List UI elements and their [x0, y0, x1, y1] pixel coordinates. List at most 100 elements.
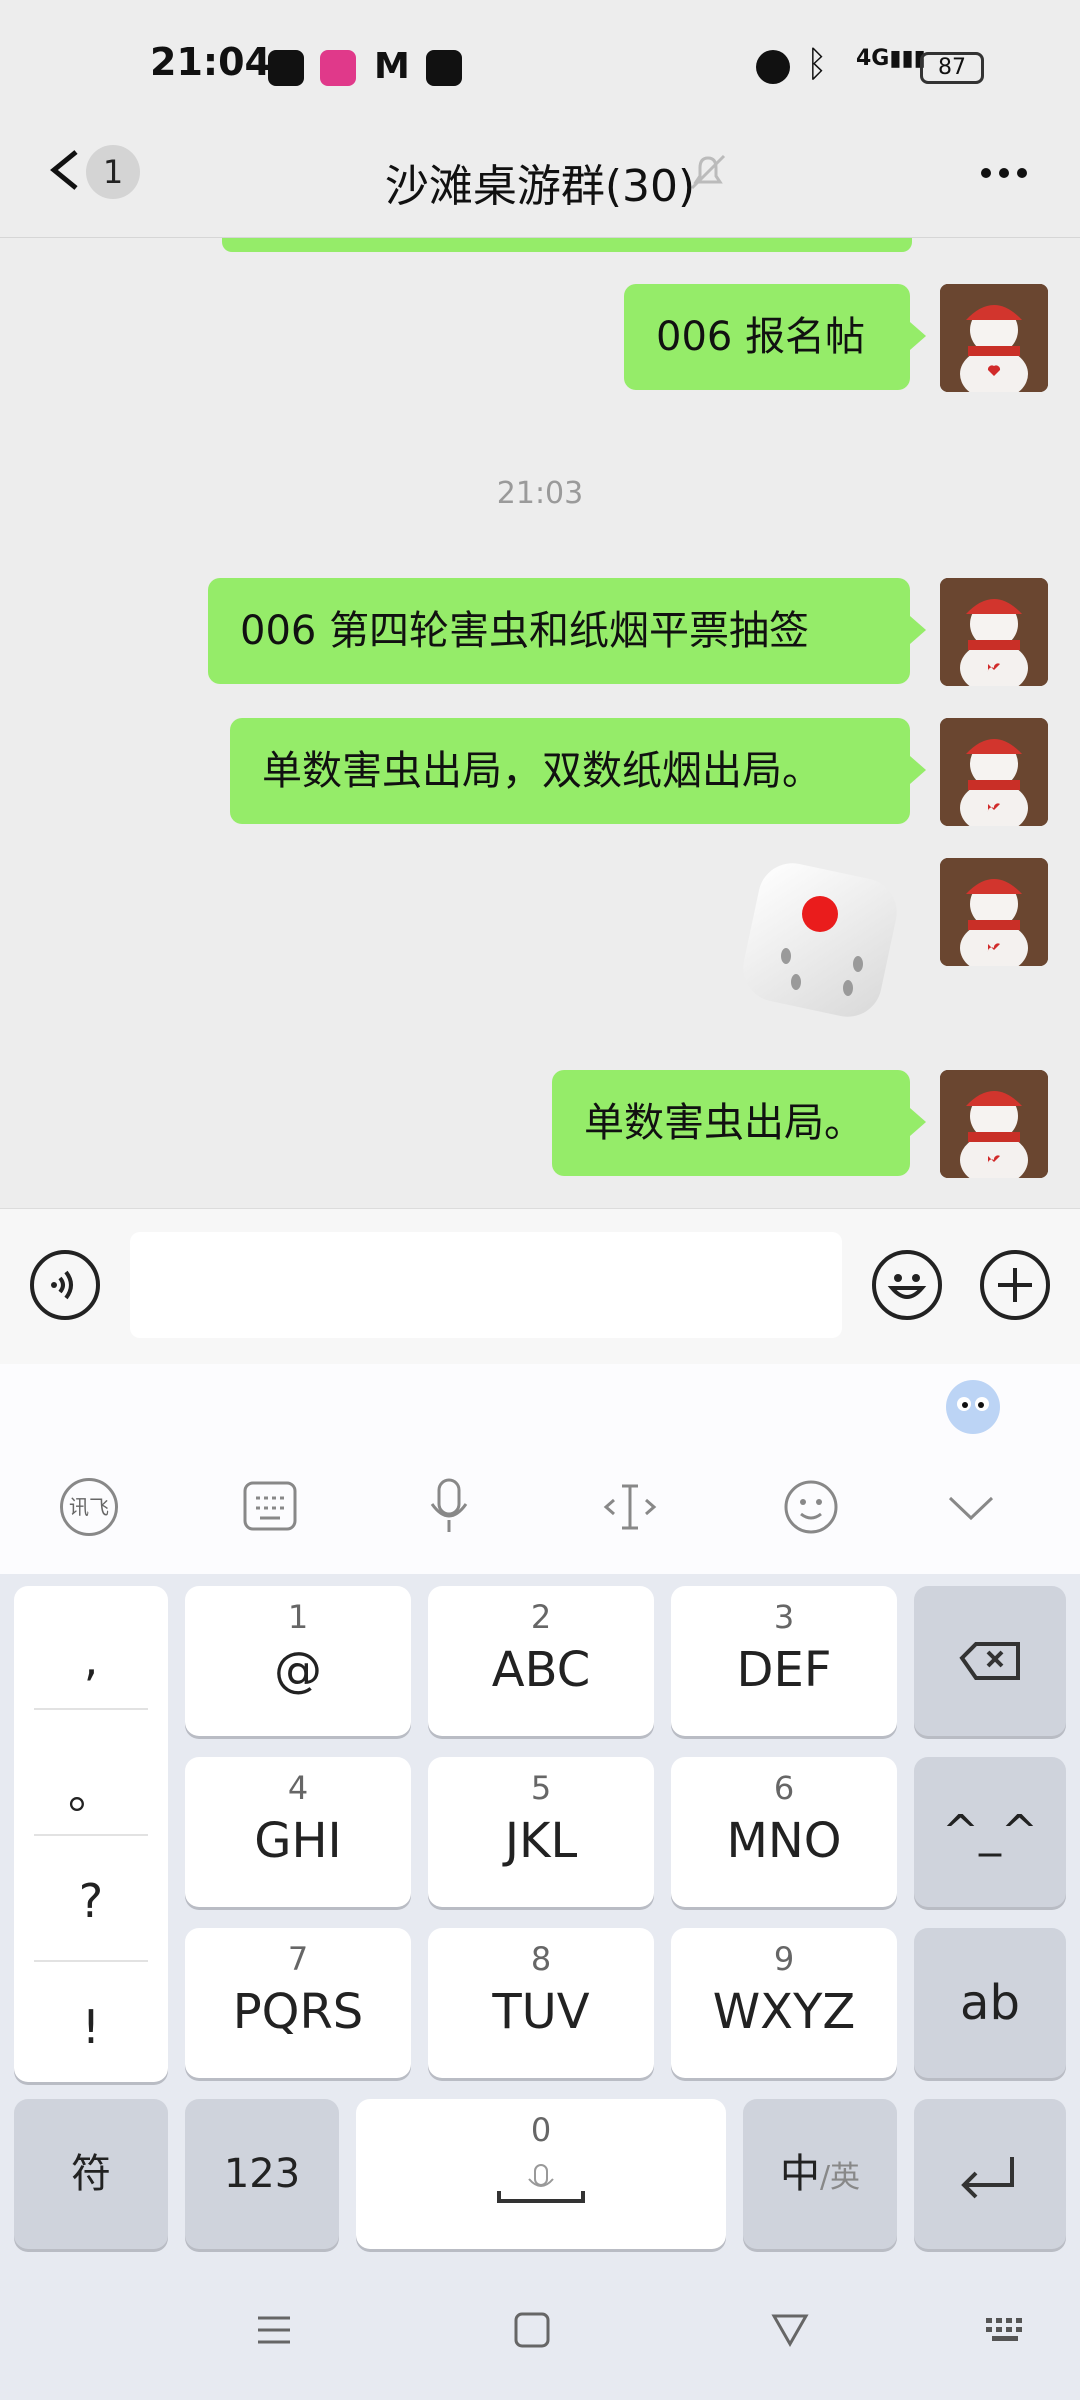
- key-label: MNO: [726, 1813, 842, 1869]
- microphone-icon: [430, 1478, 468, 1532]
- language-switch-key[interactable]: 中/英: [743, 2099, 897, 2249]
- message-bubble[interactable]: 单数害虫出局，双数纸烟出局。: [230, 718, 926, 824]
- key-label: @: [274, 1642, 322, 1698]
- bluetooth-icon: ᛒ: [806, 44, 828, 85]
- key-8-tuv[interactable]: 8 TUV: [428, 1928, 654, 2078]
- backspace-key[interactable]: [914, 1586, 1066, 1736]
- key-label: WXYZ: [712, 1984, 856, 2040]
- key-label: ABC: [491, 1642, 591, 1698]
- key-1-at[interactable]: 1 @: [185, 1586, 411, 1736]
- dice-message[interactable]: [736, 856, 906, 1026]
- assistant-mascot-icon[interactable]: [946, 1380, 1000, 1434]
- ime-logo-text: 讯飞: [69, 1495, 109, 1519]
- emoji-panel-button[interactable]: [782, 1478, 840, 1536]
- home-square-icon: [514, 2312, 550, 2348]
- key-label: PQRS: [232, 1984, 364, 2040]
- voice-icon: [51, 1270, 73, 1300]
- key-number: 2: [530, 1598, 552, 1636]
- key-number: 6: [773, 1769, 795, 1807]
- chat-title: 沙滩桌游群(30): [384, 161, 696, 212]
- app-icon-2: [320, 50, 356, 86]
- menu-nav-button[interactable]: [254, 2310, 294, 2350]
- key-number: 0: [530, 2111, 552, 2149]
- key-3-def[interactable]: 3 DEF: [671, 1586, 897, 1736]
- cursor-move-button[interactable]: [602, 1480, 658, 1534]
- add-attachment-button[interactable]: [980, 1250, 1050, 1320]
- app-icon-4: [426, 50, 462, 86]
- avatar[interactable]: [940, 858, 1048, 966]
- snowman-avatar-image: [940, 718, 1048, 826]
- more-options-button[interactable]: [976, 148, 1036, 198]
- avatar[interactable]: [940, 1070, 1048, 1178]
- avatar[interactable]: [940, 284, 1048, 392]
- app-icon-1: [268, 50, 304, 86]
- space-key[interactable]: 0: [356, 2099, 726, 2249]
- back-nav-button[interactable]: [770, 2310, 810, 2350]
- english-ab-key[interactable]: ab: [914, 1928, 1066, 2078]
- keyboard-layout-button[interactable]: [242, 1480, 298, 1532]
- status-time: 21:04: [150, 40, 271, 84]
- divider: [34, 1834, 148, 1836]
- message-bubble[interactable]: 006 报名帖: [624, 284, 926, 390]
- keyboard-icon: [243, 1481, 297, 1531]
- key-2-abc[interactable]: 2 ABC: [428, 1586, 654, 1736]
- hide-keyboard-button[interactable]: [944, 1488, 998, 1528]
- snowman-avatar-image: [940, 284, 1048, 392]
- punct-question-key[interactable]: ?: [14, 1874, 168, 1928]
- emoji-face-icon: [784, 1480, 838, 1534]
- alarm-icon: [756, 50, 790, 84]
- punct-exclamation-key[interactable]: !: [14, 2000, 168, 2054]
- keyboard-small-icon: [986, 2318, 1022, 2341]
- emoticon-key[interactable]: ^_^: [914, 1757, 1066, 1907]
- snowman-avatar-image: [940, 578, 1048, 686]
- signal-icon: 4G▮▮▮: [856, 46, 926, 71]
- backspace-icon: [959, 1642, 1020, 1680]
- message-bubble[interactable]: 006 第四轮害虫和纸烟平票抽签: [208, 578, 926, 684]
- snowman-avatar-image: [940, 858, 1048, 966]
- keyboard-switch-button[interactable]: [982, 2310, 1032, 2350]
- message-bubble[interactable]: 单数害虫出局。: [552, 1070, 926, 1176]
- punct-period-key[interactable]: 。: [14, 1756, 168, 1822]
- key-5-jkl[interactable]: 5 JKL: [428, 1757, 654, 1907]
- emoji-button[interactable]: [872, 1250, 942, 1320]
- divider: [34, 1708, 148, 1710]
- key-label: TUV: [492, 1984, 590, 2040]
- menu-icon: [258, 2316, 290, 2344]
- key-number: 9: [773, 1940, 795, 1978]
- plus-icon: [998, 1268, 1032, 1302]
- smiley-icon: [887, 1274, 927, 1299]
- key-label: JKL: [504, 1813, 578, 1869]
- avatar[interactable]: [940, 578, 1048, 686]
- key-4-ghi[interactable]: 4 GHI: [185, 1757, 411, 1907]
- key-6-mno[interactable]: 6 MNO: [671, 1757, 897, 1907]
- key-number: 1: [287, 1598, 309, 1636]
- voice-input-button[interactable]: [30, 1250, 100, 1320]
- key-number: 8: [530, 1940, 552, 1978]
- symbols-key[interactable]: 符: [14, 2099, 168, 2249]
- ime-logo-icon[interactable]: 讯飞: [60, 1478, 118, 1536]
- back-triangle-icon: [771, 2314, 809, 2348]
- key-number: 5: [530, 1769, 552, 1807]
- key-9-wxyz[interactable]: 9 WXYZ: [671, 1928, 897, 2078]
- lang-alt-label: /英: [819, 2160, 861, 2195]
- avatar[interactable]: [940, 718, 1048, 826]
- enter-key[interactable]: [914, 2099, 1066, 2249]
- key-label: DEF: [736, 1642, 832, 1698]
- divider: [34, 1960, 148, 1962]
- numbers-key[interactable]: 123: [185, 2099, 339, 2249]
- key-7-pqrs[interactable]: 7 PQRS: [185, 1928, 411, 2078]
- key-number: 3: [773, 1598, 795, 1636]
- key-number: 7: [287, 1940, 309, 1978]
- snowman-avatar-image: [940, 1070, 1048, 1178]
- voice-typing-button[interactable]: [424, 1476, 474, 1536]
- punct-comma-key[interactable]: ,: [14, 1632, 168, 1686]
- more-dots-icon: [981, 168, 1027, 178]
- battery-icon: 87: [920, 52, 984, 84]
- home-nav-button[interactable]: [512, 2310, 552, 2350]
- partial-message-bubble[interactable]: [222, 238, 912, 252]
- message-timestamp: 21:03: [496, 476, 584, 511]
- chevron-down-icon: [948, 1496, 994, 1521]
- text-cursor-icon: [603, 1484, 657, 1530]
- message-input[interactable]: [130, 1232, 842, 1338]
- key-label: GHI: [254, 1813, 342, 1869]
